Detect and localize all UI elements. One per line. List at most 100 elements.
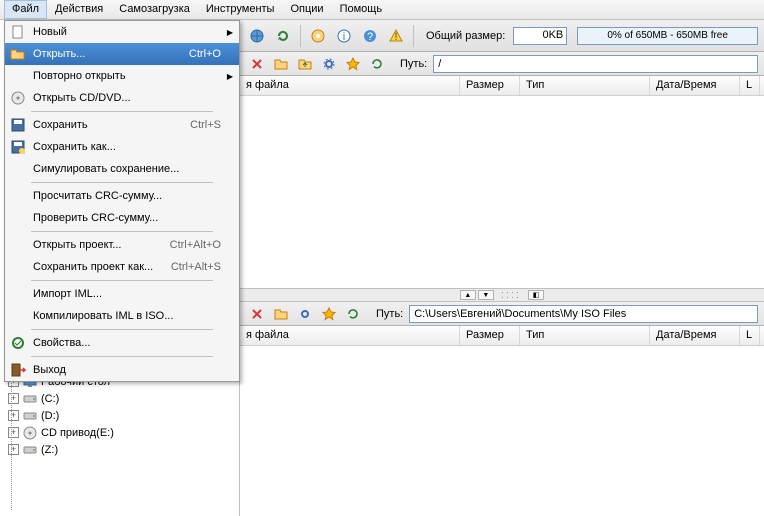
- tree-label: CD привод(E:): [41, 427, 114, 439]
- column-header[interactable]: я файла: [240, 326, 460, 345]
- tree-item[interactable]: + (Z:): [2, 441, 237, 458]
- menu-item[interactable]: Открыть проект...Ctrl+Alt+O: [5, 234, 239, 256]
- local-path-input[interactable]: [409, 305, 758, 323]
- main-toolbar: i ? ! Общий размер: 0KB 0% of 650MB - 65…: [240, 20, 764, 52]
- expand-icon[interactable]: ◧: [528, 290, 544, 300]
- tree-item[interactable]: +(D:): [2, 407, 237, 424]
- image-path-input[interactable]: [433, 55, 758, 73]
- column-header[interactable]: Тип: [520, 76, 650, 95]
- separator: [413, 25, 414, 47]
- menu-item[interactable]: Новый: [5, 21, 239, 43]
- cd-icon: [9, 90, 27, 106]
- menu-tools[interactable]: Инструменты: [198, 0, 283, 19]
- menu-item[interactable]: Открыть CD/DVD...: [5, 87, 239, 109]
- menu-item[interactable]: Симулировать сохранение...: [5, 158, 239, 180]
- menu-item[interactable]: Импорт IML...: [5, 283, 239, 305]
- menu-shortcut: Ctrl+S: [190, 119, 221, 131]
- svg-text:i: i: [343, 31, 345, 43]
- column-header[interactable]: я файла: [240, 76, 460, 95]
- star-icon[interactable]: [342, 53, 364, 75]
- folder-open-icon[interactable]: [270, 53, 292, 75]
- total-size-label: Общий размер:: [426, 30, 505, 42]
- menu-separator: [31, 280, 213, 281]
- path-label: Путь:: [400, 58, 427, 70]
- menubar: Файл Действия Самозагрузка Инструменты О…: [0, 0, 764, 20]
- menu-item-label: Свойства...: [33, 337, 235, 349]
- column-header[interactable]: L: [740, 326, 760, 345]
- blank-icon: [9, 259, 27, 275]
- menu-item[interactable]: Свойства...: [5, 332, 239, 354]
- image-file-list[interactable]: [240, 96, 764, 288]
- menu-item-label: Повторно открыть: [33, 70, 235, 82]
- menu-help[interactable]: Помощь: [332, 0, 391, 19]
- refresh-icon[interactable]: [272, 25, 294, 47]
- expand-toggle[interactable]: +: [8, 410, 19, 421]
- menu-item-label: Открыть...: [33, 48, 189, 60]
- blank-icon: [9, 68, 27, 84]
- info-icon[interactable]: i: [333, 25, 355, 47]
- collapse-up-icon[interactable]: ▲: [460, 290, 476, 300]
- menu-item[interactable]: Сохранить как...: [5, 136, 239, 158]
- warn-icon[interactable]: !: [385, 25, 407, 47]
- new-icon: [9, 24, 27, 40]
- refresh-mini-icon[interactable]: [366, 53, 388, 75]
- column-header[interactable]: Тип: [520, 326, 650, 345]
- menu-options[interactable]: Опции: [282, 0, 331, 19]
- menu-item-label: Выход: [33, 364, 235, 376]
- gear-icon[interactable]: [318, 53, 340, 75]
- menu-item-label: Новый: [33, 26, 235, 38]
- star-icon[interactable]: [318, 303, 340, 325]
- menu-file[interactable]: Файл: [4, 0, 47, 19]
- menu-shortcut: Ctrl+O: [189, 48, 221, 60]
- menu-item[interactable]: Открыть...Ctrl+O: [5, 43, 239, 65]
- menu-item[interactable]: Повторно открыть: [5, 65, 239, 87]
- menu-item[interactable]: Просчитать CRC-сумму...: [5, 185, 239, 207]
- delete-icon[interactable]: [246, 53, 268, 75]
- menu-item-label: Открыть CD/DVD...: [33, 92, 235, 104]
- expand-toggle[interactable]: +: [8, 393, 19, 404]
- menu-actions[interactable]: Действия: [47, 0, 111, 19]
- image-path-toolbar: Путь:: [240, 52, 764, 76]
- tree-label: (Z:): [41, 444, 58, 456]
- menu-item[interactable]: Сохранить проект как...Ctrl+Alt+S: [5, 256, 239, 278]
- props-icon: [9, 335, 27, 351]
- exit-icon: [9, 362, 27, 378]
- menu-item-label: Импорт IML...: [33, 288, 235, 300]
- globe-icon[interactable]: [246, 25, 268, 47]
- delete-icon[interactable]: [246, 303, 268, 325]
- separator: [300, 25, 301, 47]
- gear-icon[interactable]: [294, 303, 316, 325]
- column-header[interactable]: Размер: [460, 76, 520, 95]
- splitter[interactable]: ▲ ▼ :::: ◧: [240, 288, 764, 302]
- menu-item-label: Компилировать IML в ISO...: [33, 310, 235, 322]
- expand-toggle[interactable]: +: [8, 444, 19, 455]
- menu-item[interactable]: Выход: [5, 359, 239, 381]
- splitter-grip[interactable]: ::::: [501, 289, 521, 301]
- menu-bootable[interactable]: Самозагрузка: [111, 0, 198, 19]
- expand-toggle[interactable]: +: [8, 427, 19, 438]
- folder-up-icon[interactable]: [294, 53, 316, 75]
- menu-shortcut: Ctrl+Alt+O: [170, 239, 221, 251]
- blank-icon: [9, 161, 27, 177]
- burn-icon[interactable]: [307, 25, 329, 47]
- folder-open-icon[interactable]: [270, 303, 292, 325]
- tree-item[interactable]: +(C:): [2, 390, 237, 407]
- column-header[interactable]: Дата/Время: [650, 326, 740, 345]
- menu-item[interactable]: Компилировать IML в ISO...: [5, 305, 239, 327]
- refresh-mini-icon[interactable]: [342, 303, 364, 325]
- tree-item[interactable]: + CD привод(E:): [2, 424, 237, 441]
- drive-icon: [22, 443, 38, 457]
- menu-separator: [31, 329, 213, 330]
- collapse-down-icon[interactable]: ▼: [478, 290, 494, 300]
- column-header[interactable]: L: [740, 76, 760, 95]
- menu-item[interactable]: СохранитьCtrl+S: [5, 114, 239, 136]
- help-icon[interactable]: ?: [359, 25, 381, 47]
- column-header[interactable]: Размер: [460, 326, 520, 345]
- menu-item-label: Проверить CRC-сумму...: [33, 212, 235, 224]
- menu-separator: [31, 231, 213, 232]
- menu-item[interactable]: Проверить CRC-сумму...: [5, 207, 239, 229]
- column-header[interactable]: Дата/Время: [650, 76, 740, 95]
- blank-icon: [9, 237, 27, 253]
- drive-icon: [22, 409, 38, 423]
- cd-icon: [22, 426, 38, 440]
